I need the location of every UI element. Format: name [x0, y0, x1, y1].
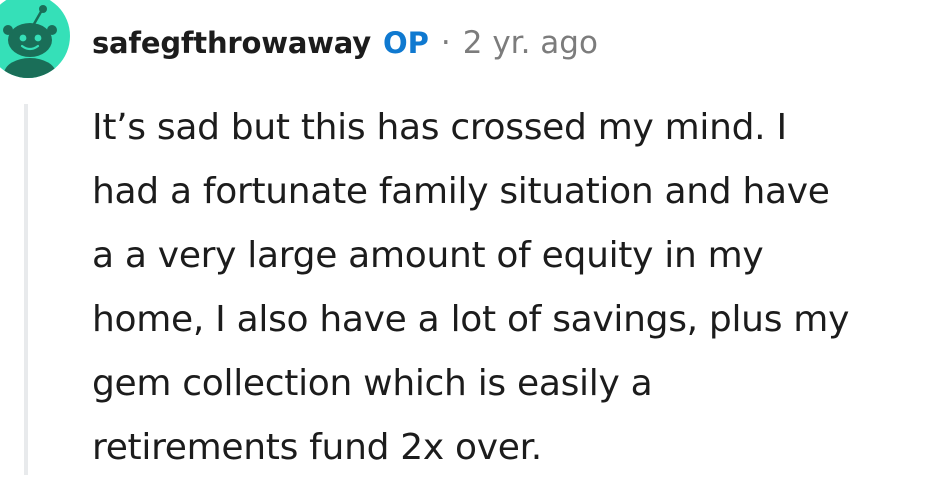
username-link[interactable]: safegfthrowaway [92, 23, 371, 63]
comment-body-line: gem collection which is easily a [92, 363, 653, 404]
comment-body: It’s sad but this has crossed my mind. I… [92, 96, 924, 480]
snoo-avatar-icon[interactable] [0, 0, 70, 78]
comment-body-line: home, I also have a lot of savings, plus… [92, 299, 850, 340]
comment-body-line: It’s sad but this has crossed my mind. I [92, 107, 787, 148]
comment-body-line: a a very large amount of equity in my [92, 235, 764, 276]
meta-separator: · [440, 25, 451, 61]
comment-body-line: retirements fund 2x over. [92, 427, 542, 468]
comment: safegfthrowaway OP · 2 yr. ago It’s sad … [0, 0, 929, 475]
comment-body-line: had a fortunate family situation and hav… [92, 171, 830, 212]
op-badge: OP [382, 26, 429, 60]
timestamp-link[interactable]: 2 yr. ago [463, 23, 598, 63]
comment-meta: safegfthrowaway OP · 2 yr. ago [92, 23, 598, 63]
thread-collapse-line[interactable] [24, 104, 28, 475]
snoo-avatar-graphic [3, 5, 57, 78]
